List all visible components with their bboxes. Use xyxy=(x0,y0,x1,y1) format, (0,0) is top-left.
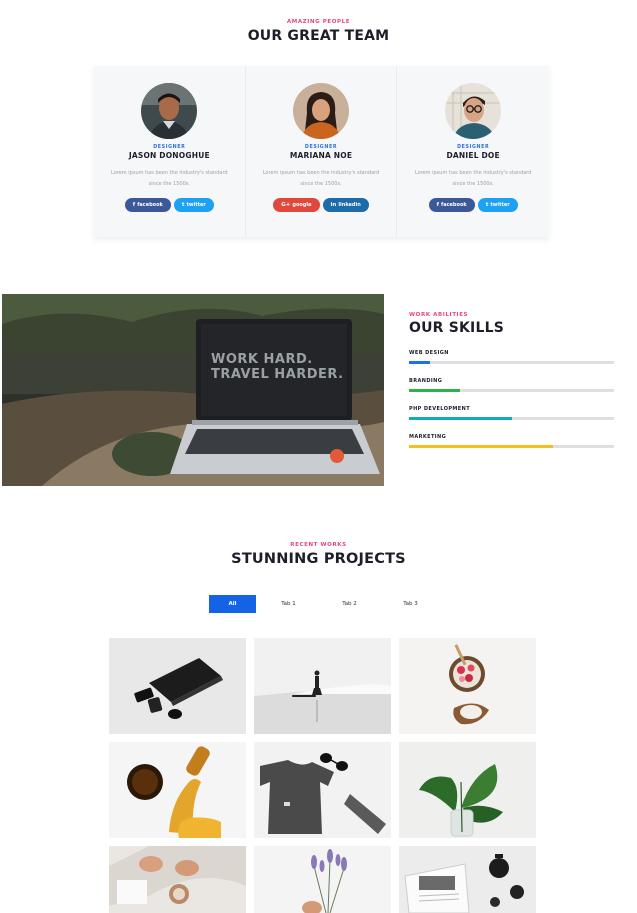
skill-item: WEB DESIGN xyxy=(409,350,614,364)
hero-image: WORK HARD. TRAVEL HARDER. xyxy=(2,294,384,486)
facebook-button-label: facebook xyxy=(137,202,163,208)
member-social-links: f facebook t twitter xyxy=(94,198,245,212)
skill-progress-track xyxy=(409,445,614,448)
linkedin-button[interactable]: in linkedin xyxy=(322,198,369,212)
twitter-icon: t xyxy=(485,202,489,208)
projects-header: RECENT WORKS STUNNING PROJECTS xyxy=(0,542,637,567)
twitter-button[interactable]: t twitter xyxy=(173,198,214,212)
projects-eyebrow: RECENT WORKS xyxy=(290,542,347,548)
project-tile[interactable] xyxy=(109,638,246,734)
project-tile[interactable] xyxy=(109,846,246,913)
projects-title: STUNNING PROJECTS xyxy=(231,551,406,567)
project-tile[interactable] xyxy=(254,742,391,838)
project-tile[interactable] xyxy=(109,742,246,838)
team-member-card: DESIGNER MARIANA NOE Lorem ipsum has bee… xyxy=(246,66,398,237)
facebook-button[interactable]: f facebook xyxy=(428,198,475,212)
skill-progress-fill xyxy=(409,361,430,364)
skill-name: BRANDING xyxy=(409,378,443,384)
skill-progress-track xyxy=(409,389,614,392)
avatar xyxy=(293,83,349,139)
member-role: DESIGNER xyxy=(153,145,186,150)
member-bio: Lorem ipsum has been the industry's stan… xyxy=(111,170,228,187)
skill-progress-track xyxy=(409,361,614,364)
avatar xyxy=(141,83,198,139)
facebook-button[interactable]: f facebook xyxy=(124,198,171,212)
project-filter-tabs: All Tab 1 Tab 2 Tab 3 xyxy=(209,595,441,613)
tab-1[interactable]: Tab 1 xyxy=(258,595,319,613)
member-name: DANIEL DOE xyxy=(446,151,500,160)
member-bio: Lorem ipsum has been the industry's stan… xyxy=(262,170,380,187)
twitter-button-label: twitter xyxy=(490,202,510,208)
team-eyebrow: AMAZING PEOPLE xyxy=(286,19,351,25)
tab-3[interactable]: Tab 3 xyxy=(380,595,441,613)
linkedin-button-label: linkedin xyxy=(338,202,361,208)
project-tile[interactable] xyxy=(399,846,536,913)
project-tile[interactable] xyxy=(399,742,536,838)
project-tile[interactable] xyxy=(254,846,391,913)
member-social-links: G+ google in linkedin xyxy=(246,198,397,212)
team-member-card: DESIGNER DANIEL DOE Lorem ipsum has been… xyxy=(397,66,549,237)
team-header: AMAZING PEOPLE OUR GREAT TEAM xyxy=(0,19,637,44)
twitter-button[interactable]: t twitter xyxy=(477,198,518,212)
google-button-label: google xyxy=(292,202,312,208)
tab-2[interactable]: Tab 2 xyxy=(319,595,380,613)
skill-progress-fill xyxy=(409,389,461,392)
skill-progress-fill xyxy=(409,445,553,448)
google-button[interactable]: G+ google xyxy=(273,198,320,212)
member-role: DESIGNER xyxy=(304,145,338,150)
linkedin-icon: in xyxy=(330,202,337,208)
hero-screen-text-2: TRAVEL HARDER. xyxy=(211,367,344,382)
skill-item: PHP DEVELOPMENT xyxy=(409,406,614,420)
member-name: JASON DONOGHUE xyxy=(128,151,210,160)
project-tile[interactable] xyxy=(399,638,536,734)
skill-name: WEB DESIGN xyxy=(409,350,449,356)
team-title: OUR GREAT TEAM xyxy=(247,28,390,44)
skill-progress-track xyxy=(409,417,614,420)
skill-name: MARKETING xyxy=(409,434,447,440)
project-tile[interactable] xyxy=(254,638,391,734)
hero-screen-text-1: WORK HARD. xyxy=(211,352,313,367)
member-role: DESIGNER xyxy=(457,145,490,150)
member-name: MARIANA NOE xyxy=(289,151,353,160)
facebook-icon: f xyxy=(436,202,440,208)
skills-eyebrow: WORK ABILITIES xyxy=(409,312,469,318)
skills-title: OUR SKILLS xyxy=(409,320,504,336)
facebook-button-label: facebook xyxy=(441,202,467,208)
skill-name: PHP DEVELOPMENT xyxy=(409,406,471,412)
skill-item: MARKETING xyxy=(409,434,614,448)
member-bio: Lorem ipsum has been the industry's stan… xyxy=(414,170,532,187)
twitter-button-label: twitter xyxy=(186,202,206,208)
skill-progress-fill xyxy=(409,417,512,420)
skill-item: BRANDING xyxy=(409,378,614,392)
twitter-icon: t xyxy=(181,202,185,208)
facebook-icon: f xyxy=(132,202,136,208)
member-social-links: f facebook t twitter xyxy=(397,198,549,212)
tab-all[interactable]: All xyxy=(209,595,256,613)
team-member-card: DESIGNER JASON DONOGHUE Lorem ipsum has … xyxy=(94,66,246,237)
google-plus-icon: G+ xyxy=(281,202,291,208)
skills-section: WORK ABILITIES OUR SKILLS WEB DESIGN BRA… xyxy=(409,312,614,448)
avatar xyxy=(445,83,502,139)
team-panel: DESIGNER JASON DONOGHUE Lorem ipsum has … xyxy=(94,66,549,237)
